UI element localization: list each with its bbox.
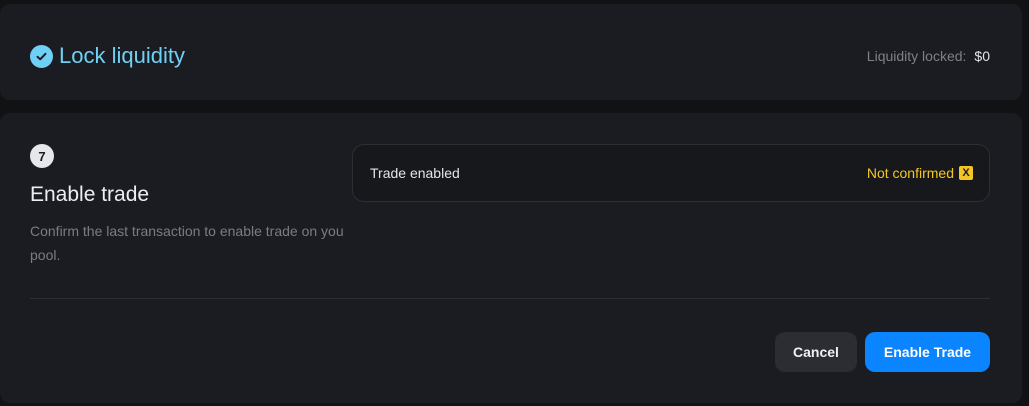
lock-liquidity-header: Lock liquidity <box>30 42 185 70</box>
trade-status-value: Not confirmed X <box>867 165 973 181</box>
x-icon: X <box>959 166 973 180</box>
lock-liquidity-card: Lock liquidity Liquidity locked: $0 <box>0 4 1022 100</box>
step-title: Enable trade <box>30 183 150 206</box>
trade-status-text: Not confirmed <box>866 165 954 181</box>
cancel-button[interactable]: Cancel <box>775 332 857 372</box>
step-number-badge: 7 <box>30 144 54 168</box>
divider <box>30 298 990 299</box>
step-description: Confirm the last transaction to enable t… <box>30 223 344 263</box>
trade-status-box: Trade enabled Not confirmed X <box>352 144 990 202</box>
check-circle-icon <box>30 44 53 68</box>
trade-status-label: Trade enabled <box>370 165 460 181</box>
enable-trade-button[interactable]: Enable Trade <box>865 332 990 372</box>
liquidity-locked-label: Liquidity locked: <box>866 48 967 64</box>
enable-trade-card: 7 Enable trade Confirm the last transact… <box>0 113 1022 403</box>
lock-liquidity-title: Lock liquidity <box>59 43 185 68</box>
liquidity-locked-info: Liquidity locked: $0 <box>867 48 990 64</box>
liquidity-locked-value: $0 <box>974 48 990 64</box>
